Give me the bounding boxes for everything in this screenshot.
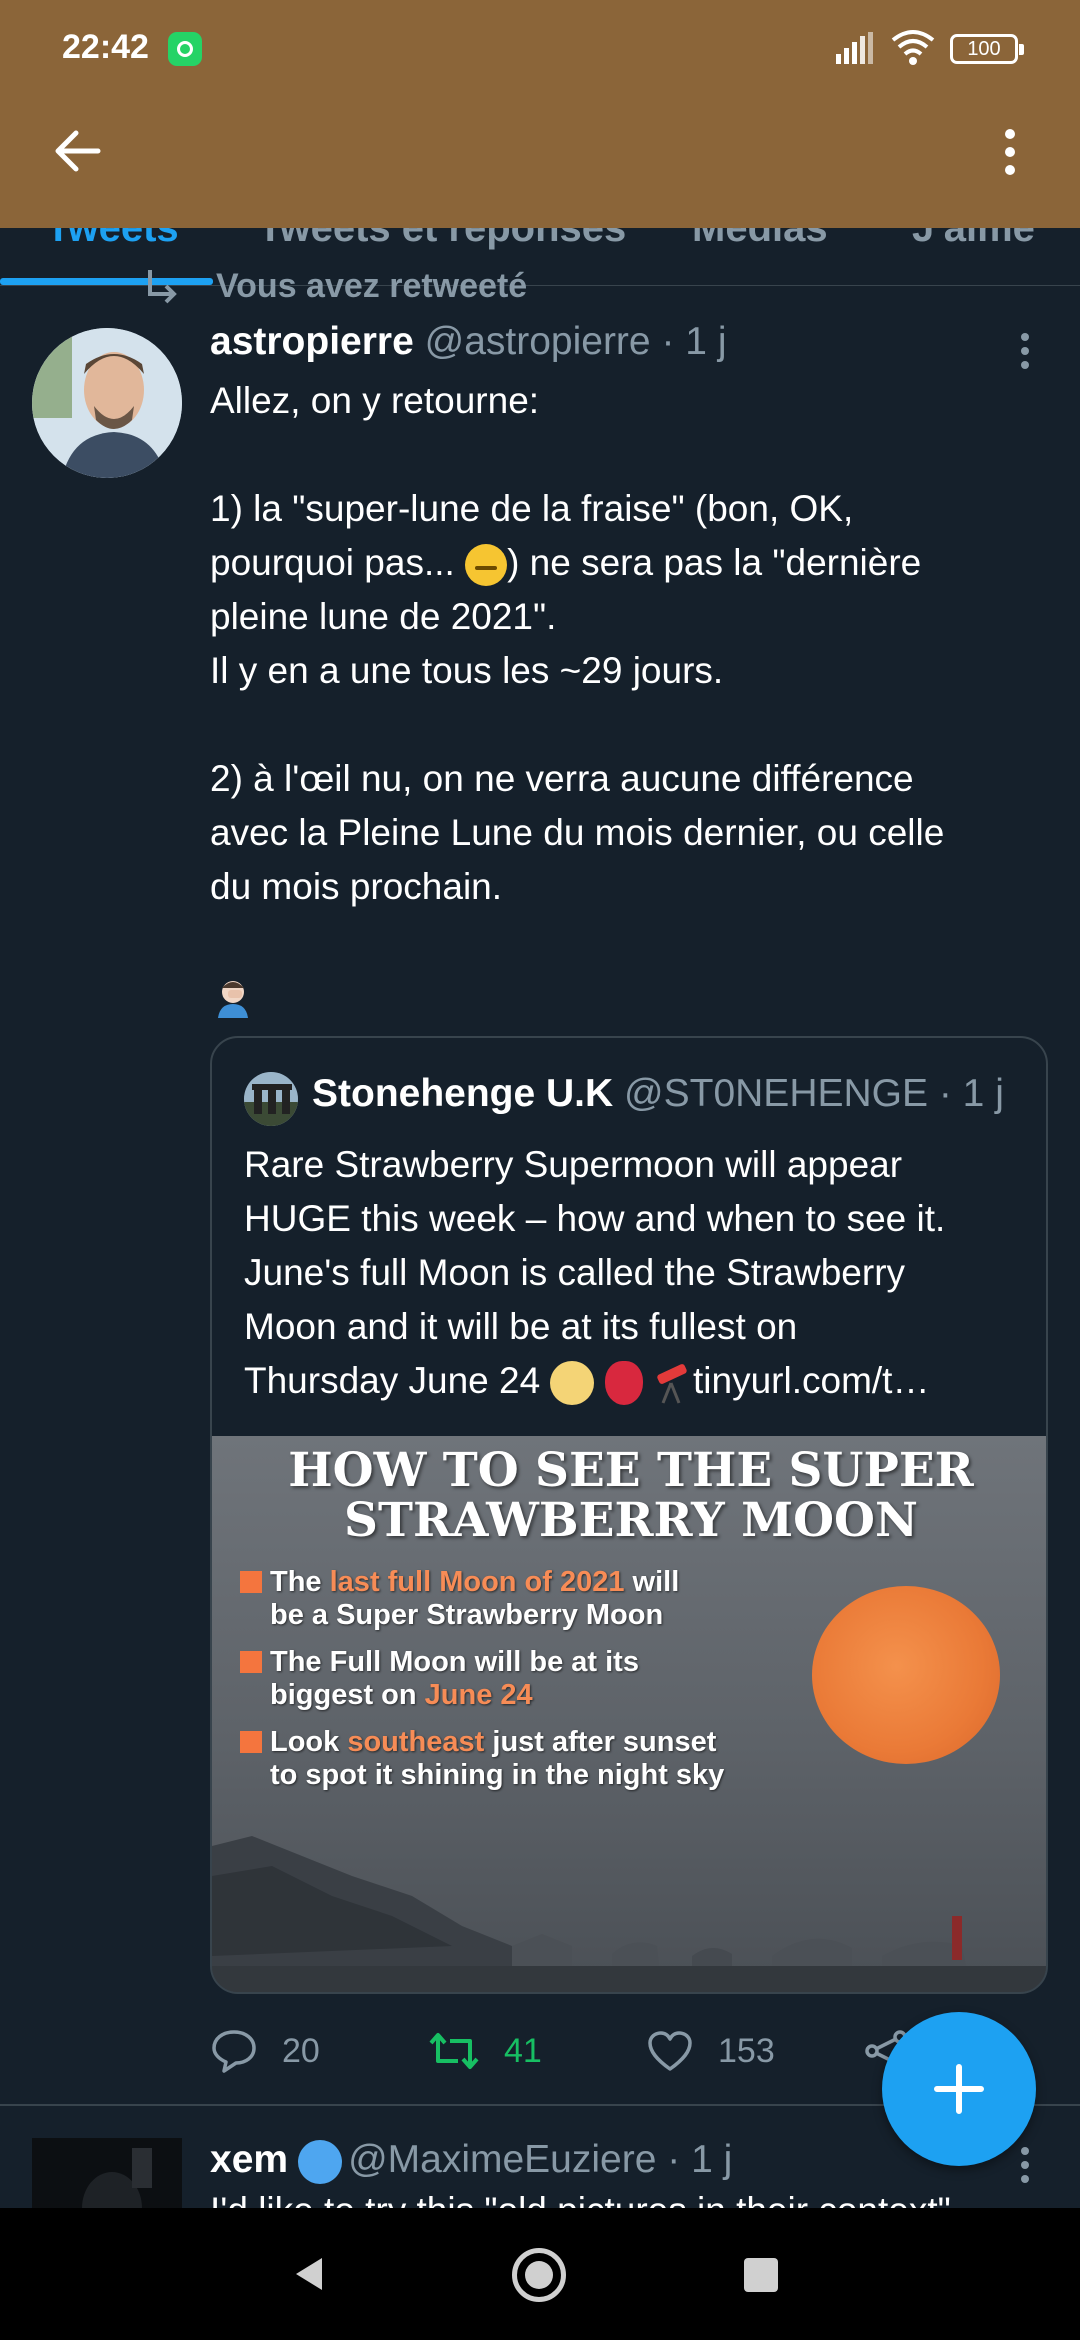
plus-icon (934, 2064, 984, 2114)
reply-icon (212, 2030, 256, 2073)
author-handle[interactable]: @astropierre (425, 320, 651, 363)
tweet-line: pourquoi pas... ) ne sera pas la "derniè… (210, 536, 1030, 590)
more-options-button[interactable] (980, 112, 1040, 192)
tweet-more-button[interactable] (1010, 326, 1040, 376)
facepalm-emoji (218, 981, 248, 1018)
tweet-text: Allez, on y retourne: 1) la "super-lune … (210, 374, 1030, 914)
retweet-context-text: Vous avez retweeté (216, 267, 528, 305)
verified-badge-icon (298, 2139, 343, 2184)
quote-time: · 1 j (938, 1072, 1004, 1115)
author-handle[interactable]: @MaximeEuziere (348, 2138, 656, 2181)
quote-header: Stonehenge U.K @ST0NEHENGE · 1 j (312, 1072, 1004, 1116)
more-vert-icon (1021, 2147, 1029, 2155)
tweet-line: Il y en a une tous les ~29 jours. (210, 650, 724, 691)
quote-author-handle[interactable]: @ST0NEHENGE (624, 1072, 928, 1115)
like-count: 153 (718, 2031, 775, 2070)
tweet-line: du mois prochain. (210, 866, 503, 907)
avatar-photo (32, 328, 182, 478)
tweet-header: astropierre @astropierre · 1 j (210, 320, 726, 364)
heart-icon (648, 2031, 692, 2071)
retweet-button[interactable]: 41 (428, 2016, 542, 2086)
more-vert-icon (1005, 129, 1015, 139)
whatsapp-icon (168, 32, 202, 66)
reply-button[interactable]: 20 (210, 2016, 320, 2086)
status-bar: 22:42 100 (0, 0, 1080, 100)
retweet-count: 41 (504, 2031, 542, 2070)
retweet-small-icon (148, 270, 177, 304)
tweet-time: · 1 j (661, 320, 727, 363)
quote-author-name[interactable]: Stonehenge U.K (312, 1072, 613, 1115)
wifi-icon (891, 30, 935, 65)
nav-recents-icon[interactable] (744, 2258, 778, 2292)
quote-avatar[interactable] (244, 1072, 298, 1126)
telescope-emoji (657, 1364, 687, 1404)
back-button[interactable] (40, 116, 114, 186)
quote-line: Thursday June 24 tinyurl.com/t… (244, 1354, 1034, 1408)
quote-line: Rare Strawberry Supermoon will appear (244, 1144, 903, 1185)
image-bullet: Look southeast just after sunset to spot… (240, 1726, 724, 1792)
strawberry-emoji (604, 1361, 643, 1406)
quote-media-image[interactable]: HOW TO SEE THE SUPER STRAWBERRY MOON The… (212, 1436, 1046, 1992)
tweet-line-part: pourquoi pas... (210, 542, 466, 583)
tweet-line: pleine lune de 2021". (210, 596, 557, 637)
image-title: HOW TO SEE THE SUPER STRAWBERRY MOON (212, 1443, 1046, 1548)
avatar[interactable] (32, 328, 182, 478)
quote-text: Rare Strawberry Supermoon will appear HU… (244, 1138, 1034, 1408)
image-bullet: The Full Moon will be at its biggest on … (240, 1646, 639, 1712)
retweet-icon (429, 2033, 479, 2069)
cliffs-graphic (212, 1836, 1046, 1992)
battery-icon: 100 (950, 34, 1024, 64)
quote-line: HUGE this week – how and when to see it. (244, 1198, 946, 1239)
tweet-text: I'd like to try this "old pictures in th… (210, 2194, 1030, 2208)
quote-line: June's full Moon is called the Strawberr… (244, 1252, 906, 1293)
expressionless-face-emoji (465, 544, 508, 587)
quote-line: Moon and it will be at its fullest on (244, 1306, 798, 1347)
image-title-line: STRAWBERRY MOON (344, 1493, 918, 1548)
quoted-tweet[interactable]: Stonehenge U.K @ST0NEHENGE · 1 j Rare St… (210, 1036, 1048, 1994)
tweet-line: avec la Pleine Lune du mois dernier, ou … (210, 812, 945, 853)
nav-home-icon[interactable] (512, 2248, 566, 2302)
tweet-line: I'd like to try this "old pictures in th… (210, 2194, 1030, 2208)
tweet-line-part: ) ne sera pas la "dernière (507, 542, 922, 583)
signal-icon (836, 32, 873, 64)
more-vert-icon (1021, 333, 1029, 341)
back-arrow-icon (55, 130, 101, 172)
tweet-header: xem @MaximeEuziere · 1 j (210, 2138, 732, 2184)
author-name[interactable]: xem (210, 2138, 288, 2181)
nav-back-icon[interactable] (290, 2254, 330, 2294)
image-bullet: The last full Moon of 2021 will be a Sup… (240, 1566, 679, 1632)
status-time: 22:42 (62, 28, 149, 66)
tweet-line: 2) à l'œil nu, on ne verra aucune différ… (210, 758, 914, 799)
tweet-time: · 1 j (667, 2138, 733, 2181)
compose-tweet-button[interactable] (882, 2012, 1036, 2166)
system-nav-bar (0, 2208, 1080, 2340)
reply-count: 20 (282, 2031, 320, 2070)
quote-line-part: Thursday June 24 (244, 1360, 551, 1401)
app-header: 22:42 100 (0, 0, 1080, 228)
author-name[interactable]: astropierre (210, 320, 414, 363)
retweet-context: Vous avez retweeté (140, 266, 527, 306)
tweet-line: Allez, on y retourne: (210, 380, 540, 421)
moon-graphic (812, 1586, 1000, 1764)
tweet-more-button[interactable] (1010, 2140, 1040, 2190)
like-button[interactable]: 153 (646, 2016, 775, 2086)
full-moon-emoji (550, 1361, 595, 1406)
tweet-line: 1) la "super-lune de la fraise" (bon, OK… (210, 488, 854, 529)
image-title-line: HOW TO SEE THE SUPER (288, 1443, 974, 1498)
quote-link[interactable]: tinyurl.com/t… (693, 1360, 929, 1401)
